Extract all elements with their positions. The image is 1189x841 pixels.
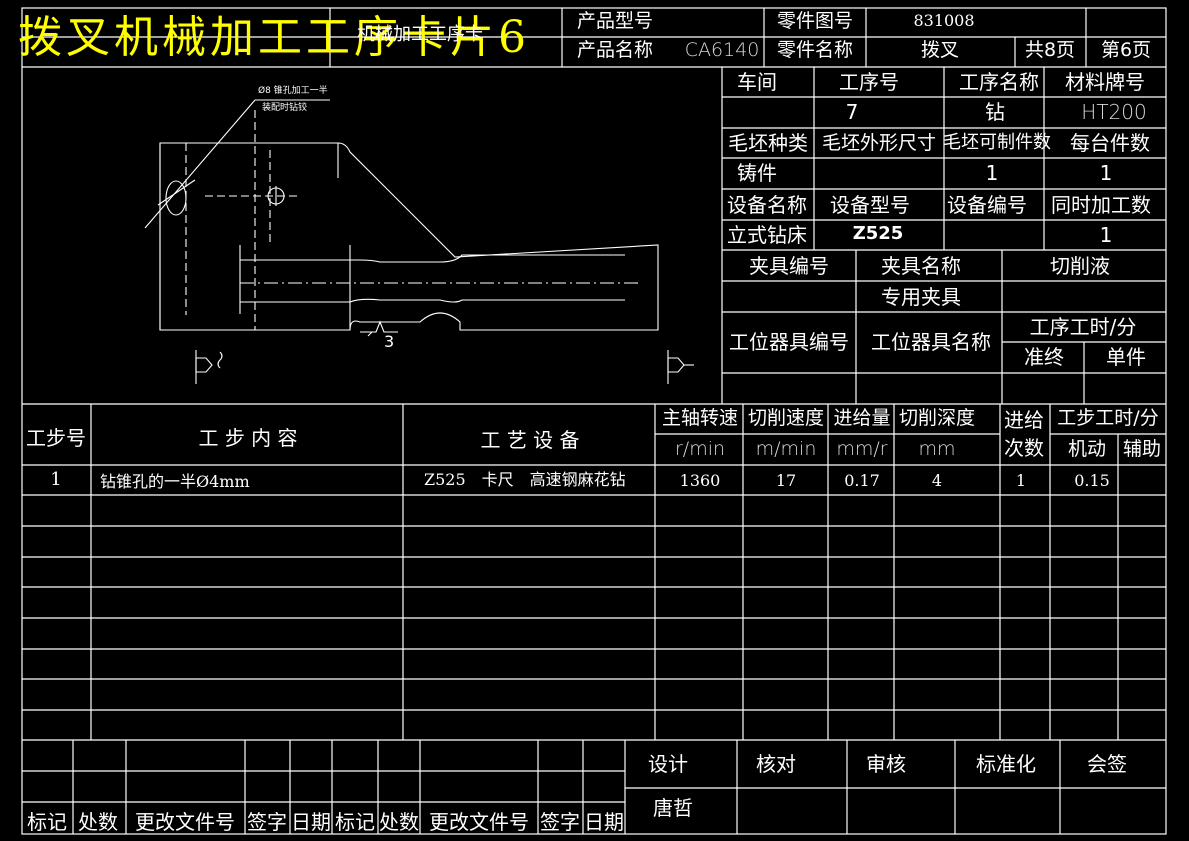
footer-check: 核对: [756, 752, 796, 776]
step-no: 1: [50, 469, 62, 490]
dimension-label: 3: [384, 332, 395, 351]
col-spindle: 主轴转速: [661, 407, 739, 429]
col-cut-speed-unit: m/min: [755, 438, 817, 460]
part-drawing-no-value: 831008: [913, 11, 975, 30]
col-depth-unit: mm: [918, 438, 956, 460]
step-depth: 4: [931, 471, 943, 490]
equip-no-label: 设备编号: [947, 193, 1027, 217]
col-depth: 切削深度: [898, 407, 976, 429]
col-feed: 进给量: [833, 407, 891, 429]
hole-note-line1: Ø8 锥孔加工一半: [258, 86, 328, 96]
material-label: 材料牌号: [1065, 70, 1145, 94]
col-machine-time: 机动: [1067, 438, 1107, 460]
op-no-label: 工序号: [839, 70, 899, 94]
station-no-label: 工位器具编号: [729, 330, 849, 354]
total-pages: 共8页: [1024, 39, 1076, 61]
footer-count-1: 处数: [78, 810, 118, 834]
footer-design: 设计: [648, 752, 688, 776]
footer-signature-2: 签字: [540, 810, 580, 834]
equip-model-label: 设备型号: [830, 193, 910, 217]
col-feed-unit: mm/r: [836, 438, 888, 460]
product-model-label: 产品型号: [576, 10, 654, 32]
footer-date-1: 日期: [291, 810, 331, 834]
blank-type-label: 毛坯种类: [728, 131, 808, 155]
col-equipment: 工 艺 设 备: [480, 428, 580, 452]
col-step-content: 工 步 内 容: [198, 426, 298, 450]
op-name-label: 工序名称: [959, 70, 1039, 94]
fixture-no-label: 夹具编号: [749, 254, 829, 278]
simul-label: 同时加工数: [1051, 193, 1151, 217]
equip-model-value: Z525: [852, 223, 904, 244]
op-no-value: 7: [845, 100, 859, 124]
part-sketch: [144, 99, 694, 384]
station-name-label: 工位器具名称: [871, 330, 991, 354]
hole-note-line2: 装配时钻铰: [262, 103, 308, 113]
part-name-label: 零件名称: [776, 39, 854, 61]
fixture-name-value: 专用夹具: [881, 285, 961, 309]
col-step-time: 工步工时/分: [1057, 407, 1159, 429]
page-number: 第6页: [1100, 39, 1152, 61]
footer-standard: 标准化: [976, 752, 1036, 776]
blank-size-label: 毛坯外形尺寸: [821, 132, 937, 154]
footer-mark-2: 标记: [335, 810, 375, 834]
workshop-label: 车间: [737, 70, 777, 94]
step-spindle: 1360: [679, 471, 721, 490]
per-unit-label: 每台件数: [1070, 131, 1150, 155]
card-title: 机械加工工序卡: [357, 24, 483, 45]
footer-review: 审核: [866, 752, 906, 776]
footer-date-2: 日期: [584, 810, 624, 834]
col-cut-speed: 切削速度: [747, 407, 825, 429]
col-spindle-unit: r/min: [674, 438, 726, 460]
footer-sign: 会签: [1087, 752, 1127, 776]
col-passes-2: 次数: [1004, 436, 1044, 460]
product-name-label: 产品名称: [576, 39, 654, 61]
footer-change-doc-2: 更改文件号: [429, 810, 529, 834]
part-drawing-no-label: 零件图号: [776, 10, 854, 32]
step-equipment: Z525 卡尺 高速钢麻花钻: [424, 470, 626, 489]
equip-name-label: 设备名称: [727, 193, 807, 217]
step-machine-time: 0.15: [1074, 471, 1110, 490]
simul-value: 1: [1099, 223, 1113, 247]
equip-name-value: 立式钻床: [727, 223, 807, 247]
step-passes: 1: [1015, 471, 1027, 490]
step-feed: 0.17: [844, 471, 880, 490]
product-name-value: CA6140: [684, 39, 760, 61]
op-time-label: 工序工时/分: [1029, 315, 1137, 339]
blank-type-value: 铸件: [737, 161, 777, 185]
col-aux-time: 辅助: [1122, 438, 1162, 460]
process-card-page: { "banner_title": "拨叉机械加工工序卡片6", "header…: [0, 0, 1189, 841]
part-name-value: 拨叉: [920, 39, 960, 61]
col-step-no: 工步号: [26, 426, 86, 450]
footer-change-doc-1: 更改文件号: [135, 810, 235, 834]
footer-signature-1: 签字: [247, 810, 287, 834]
footer-mark-1: 标记: [27, 810, 67, 834]
footer-count-2: 处数: [379, 810, 419, 834]
col-passes-1: 进给: [1004, 408, 1044, 432]
fixture-name-label: 夹具名称: [881, 254, 961, 278]
op-name-value: 钻: [985, 100, 1005, 124]
step-content: 钻锥孔的一半Ø4mm: [100, 472, 250, 491]
step-cut-speed: 17: [775, 471, 797, 490]
material-value: HT200: [1081, 100, 1147, 124]
prep-time-label: 准终: [1024, 345, 1064, 369]
unit-time-label: 单件: [1106, 345, 1146, 369]
per-unit-value: 1: [1099, 161, 1113, 185]
blank-count-label: 毛坯可制件数: [943, 132, 1051, 153]
blank-count-value: 1: [985, 161, 999, 185]
footer-designer: 唐哲: [653, 796, 693, 820]
coolant-label: 切削液: [1050, 254, 1110, 278]
